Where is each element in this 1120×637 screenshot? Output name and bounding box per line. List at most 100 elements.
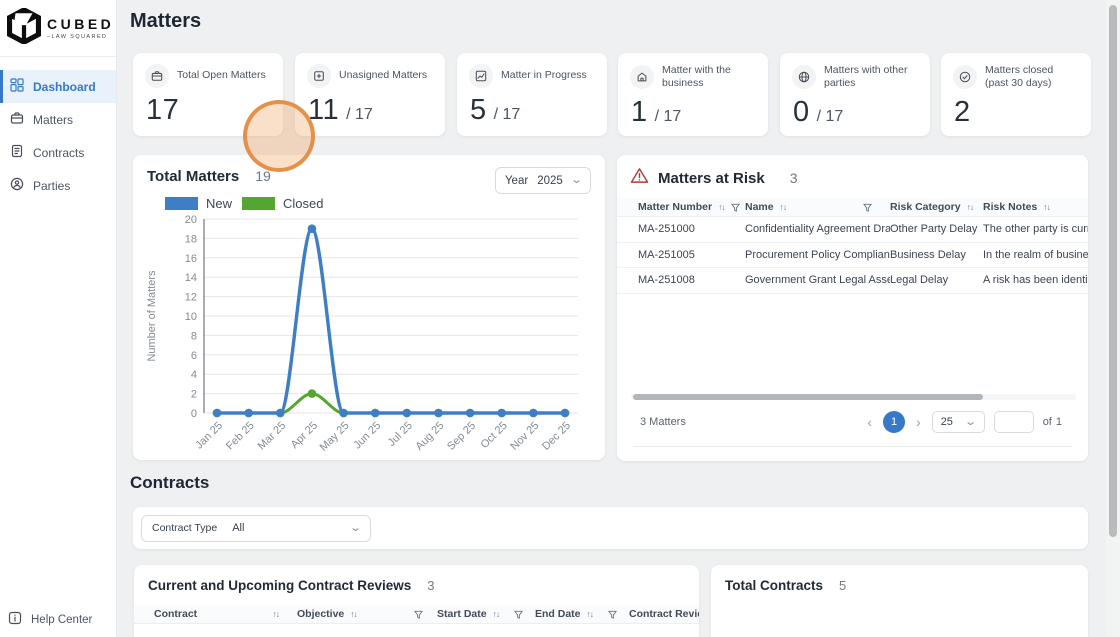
filter-icon[interactable] — [730, 203, 740, 212]
stat-card-unassigned-matters: Unasigned Matters 11 / 17 — [295, 53, 445, 136]
stat-value: 5 — [470, 94, 487, 126]
stat-label: Matters with other parties — [824, 64, 908, 90]
chart-legend: New Closed — [165, 196, 323, 211]
cell-matter-number: MA-251005 — [638, 248, 695, 261]
briefcase-icon — [145, 64, 169, 88]
column-header-name[interactable]: Name ↑↓ — [745, 201, 890, 213]
sort-icon[interactable]: ↑↓ — [967, 202, 974, 212]
column-label: Contract — [154, 608, 198, 620]
building-icon — [630, 65, 654, 90]
vertical-scrollbar-track[interactable] — [1106, 0, 1120, 637]
svg-text:Nov 25: Nov 25 — [508, 420, 541, 453]
stat-label: Matters closed (past 30 days) — [985, 64, 1054, 90]
help-center-label: Help Center — [31, 613, 93, 626]
risk-table-row[interactable]: MA-251005 Procurement Policy Compliance … — [617, 243, 1088, 268]
filter-icon[interactable] — [608, 610, 617, 619]
stat-value: 2 — [954, 96, 971, 129]
sidebar-item-matters[interactable]: Matters — [0, 103, 116, 136]
column-header-objective[interactable]: Objective ↑↓ — [297, 608, 437, 620]
risk-table-pagination: 3 Matters ‹ 1 › 25 ⌄ of 1 — [617, 407, 1088, 437]
horizontal-scrollbar-thumb[interactable] — [633, 394, 983, 400]
column-header-risk-notes[interactable]: Risk Notes ↑↓ — [983, 201, 1088, 213]
sort-icon[interactable]: ↑↓ — [273, 609, 280, 619]
person-circle-icon — [10, 177, 24, 194]
chevron-down-icon: ⌄ — [964, 415, 978, 428]
legend-item-new: New — [165, 196, 232, 211]
column-header-end-date[interactable]: End Date ↑↓ — [535, 608, 629, 620]
dashboard-grid-icon — [10, 78, 24, 95]
sidebar-item-contracts[interactable]: Contracts — [0, 136, 116, 169]
risk-table-row[interactable]: MA-251000 Confidentiality Agreement Draf… — [617, 217, 1088, 243]
stat-suffix: / 17 — [346, 106, 373, 123]
svg-text:20: 20 — [185, 214, 197, 226]
next-page-icon[interactable]: › — [914, 414, 923, 430]
svg-text:Mar 25: Mar 25 — [256, 420, 289, 453]
svg-text:Apr 25: Apr 25 — [289, 420, 320, 451]
row-count-summary: 3 Matters — [640, 416, 686, 428]
horizontal-scrollbar-track[interactable] — [631, 394, 1076, 400]
sort-icon[interactable]: ↑↓ — [780, 202, 787, 212]
matters-at-risk-title: Matters at Risk — [658, 169, 765, 187]
svg-text:4: 4 — [191, 369, 197, 381]
contract-reviews-title: Current and Upcoming Contract Reviews — [148, 578, 412, 593]
cell-risk-notes: A risk has been identified — [983, 274, 1088, 287]
stat-card-total-open-matters: Total Open Matters 17 — [133, 53, 283, 136]
column-label: Matter Number — [638, 201, 713, 213]
page-jump-input[interactable] — [993, 411, 1034, 433]
legend-swatch — [165, 197, 198, 210]
vertical-scrollbar-thumb[interactable] — [1109, 5, 1117, 537]
contracts-section-title: Contracts — [130, 473, 210, 492]
sort-icon[interactable]: ↑↓ — [350, 609, 357, 619]
chevron-down-icon: ⌄ — [348, 521, 362, 534]
column-label: Name — [745, 201, 774, 213]
column-label: Risk Category — [890, 201, 961, 213]
stat-value: 11 — [308, 94, 340, 126]
page-size-select[interactable]: 25 ⌄ — [931, 411, 985, 433]
svg-text:10: 10 — [185, 311, 197, 323]
logo-subtitle: –LAW SQUARED — [47, 34, 108, 40]
contract-reviews-count: 3 — [427, 578, 435, 593]
legend-item-closed: Closed — [242, 196, 323, 211]
legend-swatch — [242, 197, 276, 210]
svg-text:Feb 25: Feb 25 — [224, 420, 257, 453]
svg-text:Jul 25: Jul 25 — [386, 420, 415, 449]
svg-text:Oct 25: Oct 25 — [478, 420, 509, 451]
filter-icon[interactable] — [514, 610, 523, 619]
column-header-contract[interactable]: Contract ↑↓ — [154, 608, 297, 620]
year-select[interactable]: Year 2025 ⌄ — [494, 167, 591, 194]
stat-label: Unasigned Matters — [339, 69, 428, 82]
warning-triangle-icon — [630, 167, 649, 189]
svg-text:Dec 25: Dec 25 — [540, 420, 573, 453]
filter-icon[interactable] — [863, 203, 872, 212]
column-header-risk-category[interactable]: Risk Category ↑↓ — [890, 201, 983, 213]
sidebar-item-label: Matters — [33, 112, 74, 127]
column-label: Start Date — [437, 608, 487, 620]
trend-chart-icon — [469, 64, 493, 88]
year-select-value: 2025 — [537, 174, 563, 187]
sort-icon[interactable]: ↑↓ — [718, 202, 725, 212]
svg-text:Aug 25: Aug 25 — [413, 420, 446, 453]
sidebar-item-parties[interactable]: Parties — [0, 169, 116, 202]
contract-type-select[interactable]: Contract Type All ⌄ — [141, 514, 371, 542]
sort-icon[interactable]: ↑↓ — [493, 609, 500, 619]
svg-text:0: 0 — [191, 408, 197, 420]
risk-table-row[interactable]: MA-251008 Government Grant Legal Assessm… — [617, 268, 1088, 294]
filter-icon[interactable] — [414, 610, 423, 619]
sidebar-item-dashboard[interactable]: Dashboard — [0, 70, 116, 103]
sidebar-item-label: Contracts — [33, 145, 85, 160]
app-logo[interactable]: CUBED –LAW SQUARED — [0, 0, 116, 57]
sort-icon[interactable]: ↑↓ — [1043, 202, 1050, 212]
previous-page-icon[interactable]: ‹ — [865, 414, 874, 430]
page-number-button[interactable]: 1 — [883, 411, 906, 433]
legend-label: Closed — [283, 196, 324, 211]
column-header-start-date[interactable]: Start Date ↑↓ — [437, 608, 535, 620]
cell-risk-notes: In the realm of business, le — [983, 248, 1088, 261]
help-center-button[interactable]: Help Center — [0, 611, 116, 628]
svg-text:Jan 25: Jan 25 — [193, 420, 225, 452]
page-title: Matters — [130, 10, 202, 32]
column-header-contract-review[interactable]: Contract Review — [629, 608, 699, 620]
total-matters-title: Total Matters — [147, 168, 240, 185]
column-header-matter-number[interactable]: Matter Number ↑↓ — [638, 201, 745, 213]
sort-icon[interactable]: ↑↓ — [587, 609, 594, 619]
column-label: Risk Notes — [983, 201, 1038, 213]
